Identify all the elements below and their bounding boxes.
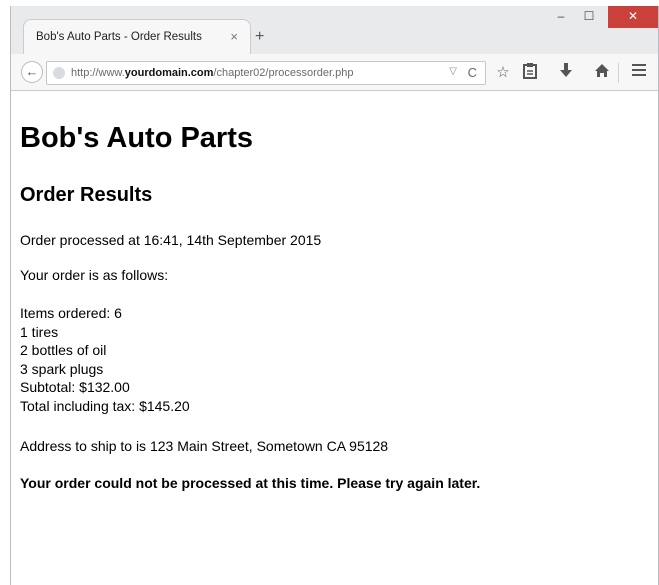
error-message: Your order could not be processed at thi…	[20, 475, 481, 491]
title-bar: Bob's Auto Parts - Order Results × + – ☐…	[11, 6, 658, 54]
address-bar[interactable]: http://www.yourdomain.com/chapter02/proc…	[46, 61, 486, 85]
minimize-button[interactable]: –	[548, 6, 574, 28]
maximize-button[interactable]: ☐	[576, 6, 602, 28]
subtotal: Subtotal: $132.00	[20, 379, 130, 395]
item-oil: 2 bottles of oil	[20, 342, 107, 358]
order-intro-text: Your order is as follows:	[20, 267, 169, 283]
item-spark-plugs: 3 spark plugs	[20, 360, 104, 377]
order-items: Items ordered: 6 1 tires 2 bottles of oi…	[20, 304, 190, 415]
shipping-address: Address to ship to is 123 Main Street, S…	[20, 438, 389, 454]
order-time-text: Order processed at 16:41, 14th September…	[20, 232, 322, 248]
url-text[interactable]: http://www.yourdomain.com/chapter02/proc…	[71, 67, 353, 79]
toolbar-separator	[618, 63, 619, 83]
menu-icon[interactable]	[629, 63, 649, 81]
page-content: Bob's Auto Parts Order Results Order pro…	[20, 92, 658, 585]
url-dropdown-icon[interactable]: ▽	[449, 66, 457, 77]
reload-icon[interactable]: C	[468, 65, 477, 80]
navigation-bar: ← http://www.yourdomain.com/chapter02/pr…	[11, 54, 658, 91]
close-tab-icon[interactable]: ×	[230, 29, 238, 44]
item-tires: 1 tires	[20, 323, 59, 340]
download-icon[interactable]	[556, 63, 576, 83]
items-ordered: Items ordered: 6	[20, 305, 122, 321]
globe-icon	[53, 67, 65, 79]
browser-window: Bob's Auto Parts - Order Results × + – ☐…	[10, 6, 659, 585]
page-title: Bob's Auto Parts	[20, 122, 254, 154]
close-window-button[interactable]: ✕	[608, 6, 658, 28]
tab-title: Bob's Auto Parts - Order Results	[36, 31, 202, 43]
tab-order-results[interactable]: Bob's Auto Parts - Order Results ×	[23, 19, 251, 54]
back-button[interactable]: ←	[21, 61, 43, 83]
url-domain: yourdomain.com	[124, 67, 214, 79]
home-icon[interactable]	[592, 63, 612, 82]
total-with-tax: Total including tax: $145.20	[20, 397, 190, 414]
new-tab-icon[interactable]: +	[255, 28, 264, 46]
star-icon[interactable]: ☆	[493, 63, 513, 81]
clipboard-icon[interactable]	[520, 63, 540, 83]
order-results-heading: Order Results	[20, 184, 153, 206]
